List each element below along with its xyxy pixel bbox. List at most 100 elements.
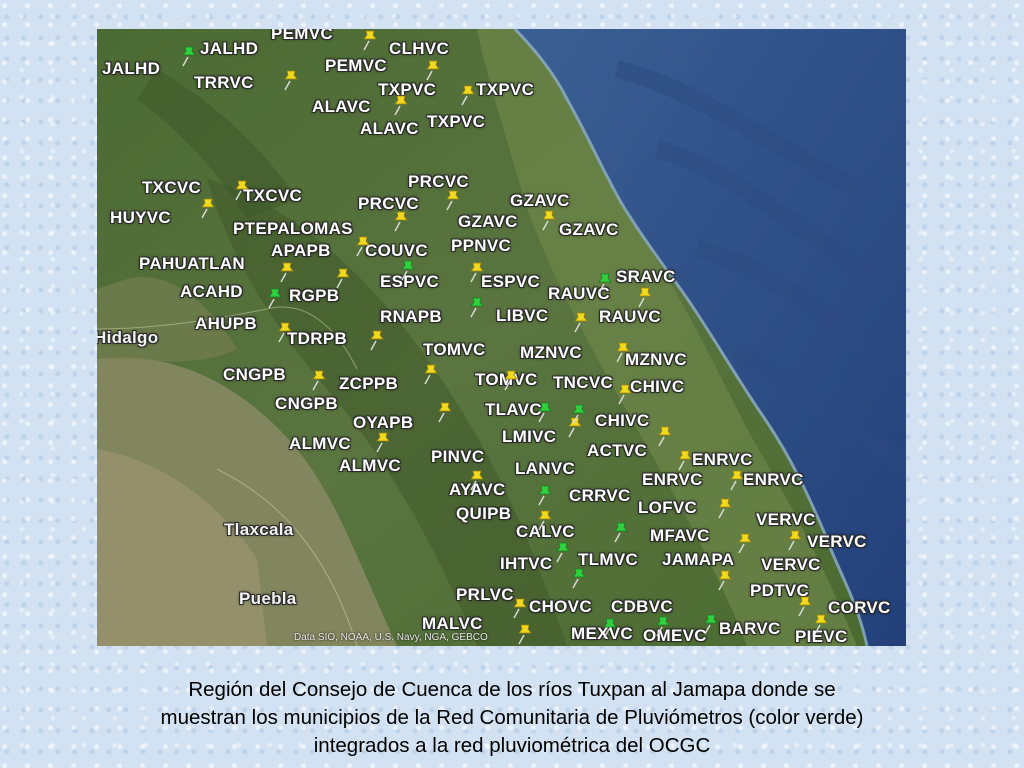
station-label: TDRPB — [287, 329, 348, 348]
pushpin-icon[interactable] — [602, 617, 618, 639]
pushpin-icon[interactable] — [355, 235, 371, 257]
pushpin-icon[interactable] — [393, 94, 409, 116]
station-label: GZAVC — [458, 212, 518, 231]
pushpin-icon[interactable] — [469, 261, 485, 283]
pushpin-icon[interactable] — [537, 401, 553, 423]
station-label: OYAPB — [353, 413, 414, 432]
station-label: LOFVC — [638, 498, 698, 517]
pushpin-icon[interactable] — [469, 296, 485, 318]
pushpin-icon[interactable] — [737, 532, 753, 554]
pushpin-icon[interactable] — [537, 484, 553, 506]
station-label: PTEPALOMAS — [233, 219, 353, 238]
station-label: ALAVC — [312, 97, 371, 116]
station-label: HUYVC — [110, 208, 172, 227]
pushpin-icon[interactable] — [797, 595, 813, 617]
station-label: ESPVC — [481, 272, 541, 291]
station-label: ACAHD — [180, 282, 243, 301]
pushpin-icon[interactable] — [597, 272, 613, 294]
station-label: PEMVC — [325, 56, 387, 75]
pushpin-icon[interactable] — [517, 623, 533, 645]
pushpin-icon[interactable] — [311, 369, 327, 391]
station-label: MZNVC — [520, 343, 582, 362]
station-label: CLHVC — [389, 39, 450, 58]
station-label: BARVC — [719, 619, 781, 638]
pushpin-icon[interactable] — [362, 29, 378, 51]
station-label: CHIVC — [595, 411, 650, 430]
station-label: TXPVC — [476, 80, 535, 99]
station-label: CNGPB — [275, 394, 338, 413]
pushpin-icon[interactable] — [469, 469, 485, 491]
station-label: IHTVC — [500, 554, 553, 573]
pushpin-icon[interactable] — [369, 329, 385, 351]
pushpin-icon[interactable] — [615, 341, 631, 363]
station-label: LANVC — [515, 459, 576, 478]
pushpin-icon[interactable] — [375, 431, 391, 453]
station-label: ENRVC — [642, 470, 703, 489]
pushpin-icon[interactable] — [437, 401, 453, 423]
pushpin-icon[interactable] — [503, 369, 519, 391]
station-label: ACTVC — [587, 441, 648, 460]
pushpin-icon[interactable] — [234, 179, 250, 201]
pushpin-icon[interactable] — [637, 286, 653, 308]
pushpin-icon[interactable] — [703, 613, 719, 635]
station-label: PPNVC — [451, 236, 512, 255]
pushpin-icon[interactable] — [279, 261, 295, 283]
station-label: PEMVC — [271, 29, 333, 43]
station-label: ALMVC — [339, 456, 401, 475]
station-label: TOMVC — [423, 340, 486, 359]
pushpin-icon[interactable] — [555, 541, 571, 563]
pushpin-icon[interactable] — [181, 45, 197, 67]
pushpin-icon[interactable] — [655, 615, 671, 637]
pushpin-icon[interactable] — [729, 469, 745, 491]
pushpin-icon[interactable] — [277, 321, 293, 343]
station-label: SRAVC — [616, 267, 676, 286]
station-label: APAPB — [271, 241, 331, 260]
station-label: VERVC — [756, 510, 816, 529]
caption-line-3: integrados a la red pluviométrica del OC… — [313, 734, 711, 757]
station-label: AHUPB — [195, 314, 257, 333]
pushpin-icon[interactable] — [717, 569, 733, 591]
caption-line-1: Región del Consejo de Cuenca de los ríos… — [188, 678, 836, 701]
pushpin-icon[interactable] — [813, 613, 829, 635]
pushpin-icon[interactable] — [717, 497, 733, 519]
station-label: TNCVC — [553, 373, 614, 392]
pushpin-icon[interactable] — [267, 287, 283, 309]
station-label: OMEVC — [643, 626, 707, 645]
station-label: CNGPB — [223, 365, 286, 384]
pushpin-icon[interactable] — [571, 403, 587, 425]
place-puebla: Puebla — [239, 589, 297, 608]
pushpin-icon[interactable] — [617, 383, 633, 405]
pushpin-icon[interactable] — [200, 197, 216, 219]
pushpin-icon[interactable] — [657, 425, 673, 447]
pushpin-icon[interactable] — [787, 529, 803, 551]
station-label: TLAVC — [485, 400, 542, 419]
pushpin-icon[interactable] — [613, 521, 629, 543]
pushpin-icon[interactable] — [393, 210, 409, 232]
pushpin-icon[interactable] — [573, 311, 589, 333]
pushpin-icon[interactable] — [571, 567, 587, 589]
pushpin-icon[interactable] — [400, 259, 416, 281]
station-label: ENRVC — [692, 450, 753, 469]
pushpin-icon[interactable] — [445, 189, 461, 211]
station-label: MZNVC — [625, 350, 687, 369]
pushpin-icon[interactable] — [423, 363, 439, 385]
station-label: PINVC — [431, 447, 485, 466]
pushpin-icon[interactable] — [541, 209, 557, 231]
pushpin-icon[interactable] — [425, 59, 441, 81]
pushpin-icon[interactable] — [512, 597, 528, 619]
pushpin-icon[interactable] — [335, 267, 351, 289]
map-caption: Región del Consejo de Cuenca de los ríos… — [40, 676, 984, 760]
pushpin-icon[interactable] — [283, 69, 299, 91]
caption-line-2: muestran los municipios de la Red Comuni… — [160, 706, 864, 729]
station-label: CORVC — [828, 598, 891, 617]
station-label: GZAVC — [559, 220, 619, 239]
place-hidalgo: Hidalgo — [97, 328, 159, 347]
station-label: TRRVC — [194, 73, 254, 92]
pushpin-icon[interactable] — [460, 84, 476, 106]
station-label: VERVC — [807, 532, 867, 551]
pushpin-icon[interactable] — [537, 509, 553, 531]
station-label: CDBVC — [611, 597, 673, 616]
pushpin-icon[interactable] — [677, 449, 693, 471]
station-label: ENRVC — [743, 470, 804, 489]
satellite-map[interactable]: Hidalgo Tlaxcala Puebla JALHD JALHD PEMV… — [97, 29, 906, 646]
